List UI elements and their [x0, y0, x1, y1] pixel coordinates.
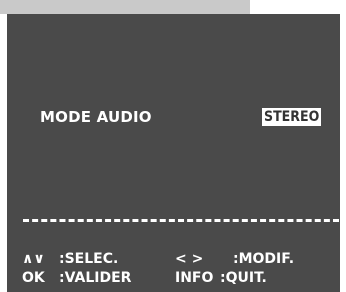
info-key-label: INFO	[175, 270, 214, 286]
audio-menu-panel: MODE AUDIO STEREO ∧∨ :SELEC. < > :MODIF.…	[7, 14, 340, 292]
audio-mode-value[interactable]: STEREO	[262, 108, 322, 126]
top-bar	[0, 0, 250, 14]
modify-hint-label: :MODIF.	[233, 251, 295, 267]
quit-hint-label: :QUIT.	[220, 270, 267, 286]
up-down-arrows-icon: ∧∨	[22, 251, 45, 267]
left-right-arrows-icon: < >	[175, 251, 204, 267]
dashed-divider	[23, 219, 339, 222]
validate-hint-label: :VALIDER	[59, 270, 132, 286]
tv-screen: MODE AUDIO STEREO ∧∨ :SELEC. < > :MODIF.…	[0, 0, 346, 292]
audio-mode-label: MODE AUDIO	[40, 108, 152, 126]
ok-key-label: OK	[22, 270, 45, 286]
select-hint-label: :SELEC.	[59, 251, 119, 267]
